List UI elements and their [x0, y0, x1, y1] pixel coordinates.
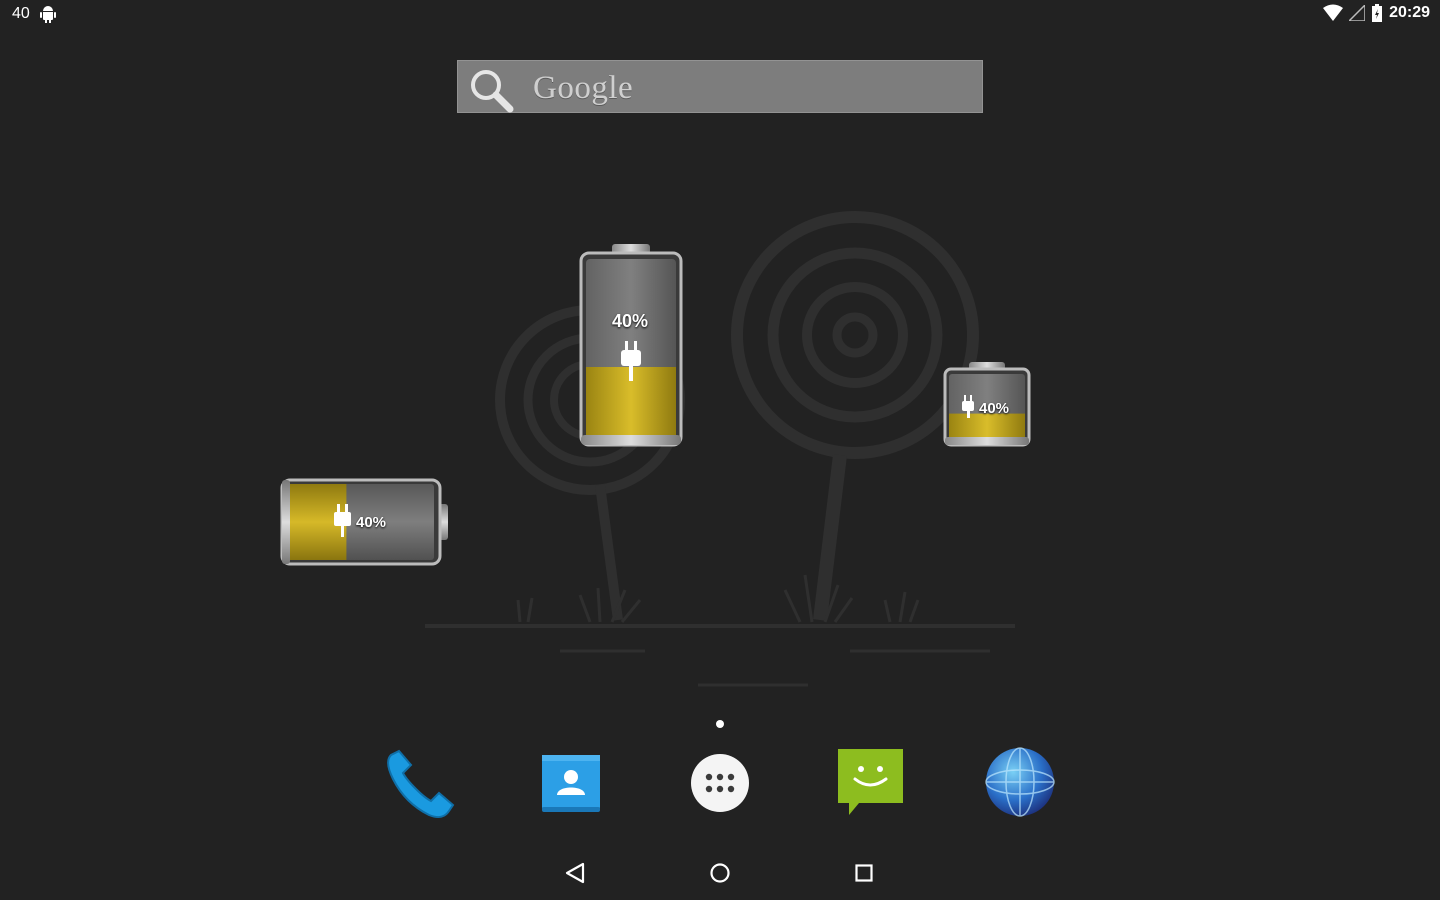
nav-home-button[interactable] — [703, 858, 737, 888]
battery-percent-label: 40% — [356, 514, 387, 531]
battery-widget-large[interactable]: 40% — [579, 243, 683, 447]
status-bar: 40 20:29 — [0, 0, 1440, 30]
dock-contacts-app[interactable] — [533, 745, 607, 819]
page-indicator-dot — [716, 720, 724, 728]
battery-body — [579, 244, 683, 447]
wifi-icon — [1323, 4, 1344, 21]
nav-recents-button[interactable] — [847, 858, 881, 888]
search-icon — [471, 70, 514, 113]
battery-percent-label: 40% — [979, 400, 1010, 417]
cell-signal-icon — [1349, 5, 1366, 21]
nav-back-button[interactable] — [559, 858, 593, 888]
globe-icon — [985, 747, 1055, 817]
notification-count: 40 — [12, 5, 30, 22]
battery-charging-icon — [1372, 4, 1383, 22]
app-drawer-icon — [691, 754, 749, 812]
messaging-icon — [838, 749, 903, 815]
clock: 20:29 — [1389, 4, 1430, 21]
dock-browser-app[interactable] — [983, 745, 1057, 819]
battery-widget-horizontal[interactable]: 40% — [280, 478, 450, 566]
recents-icon — [855, 864, 873, 882]
android-notification-icon — [39, 6, 56, 23]
dock-app-drawer[interactable] — [683, 745, 757, 819]
battery-percent-label: 40% — [612, 311, 649, 331]
phone-icon — [387, 749, 455, 819]
dock-phone-app[interactable] — [383, 745, 457, 819]
home-icon — [710, 863, 730, 883]
battery-widget-small[interactable]: 40% — [943, 361, 1031, 447]
contacts-icon — [542, 755, 600, 812]
google-search-bar[interactable]: Google — [457, 60, 983, 113]
google-logo-text: Google — [533, 70, 634, 106]
back-icon — [565, 862, 585, 884]
dock-messaging-app[interactable] — [833, 745, 907, 819]
